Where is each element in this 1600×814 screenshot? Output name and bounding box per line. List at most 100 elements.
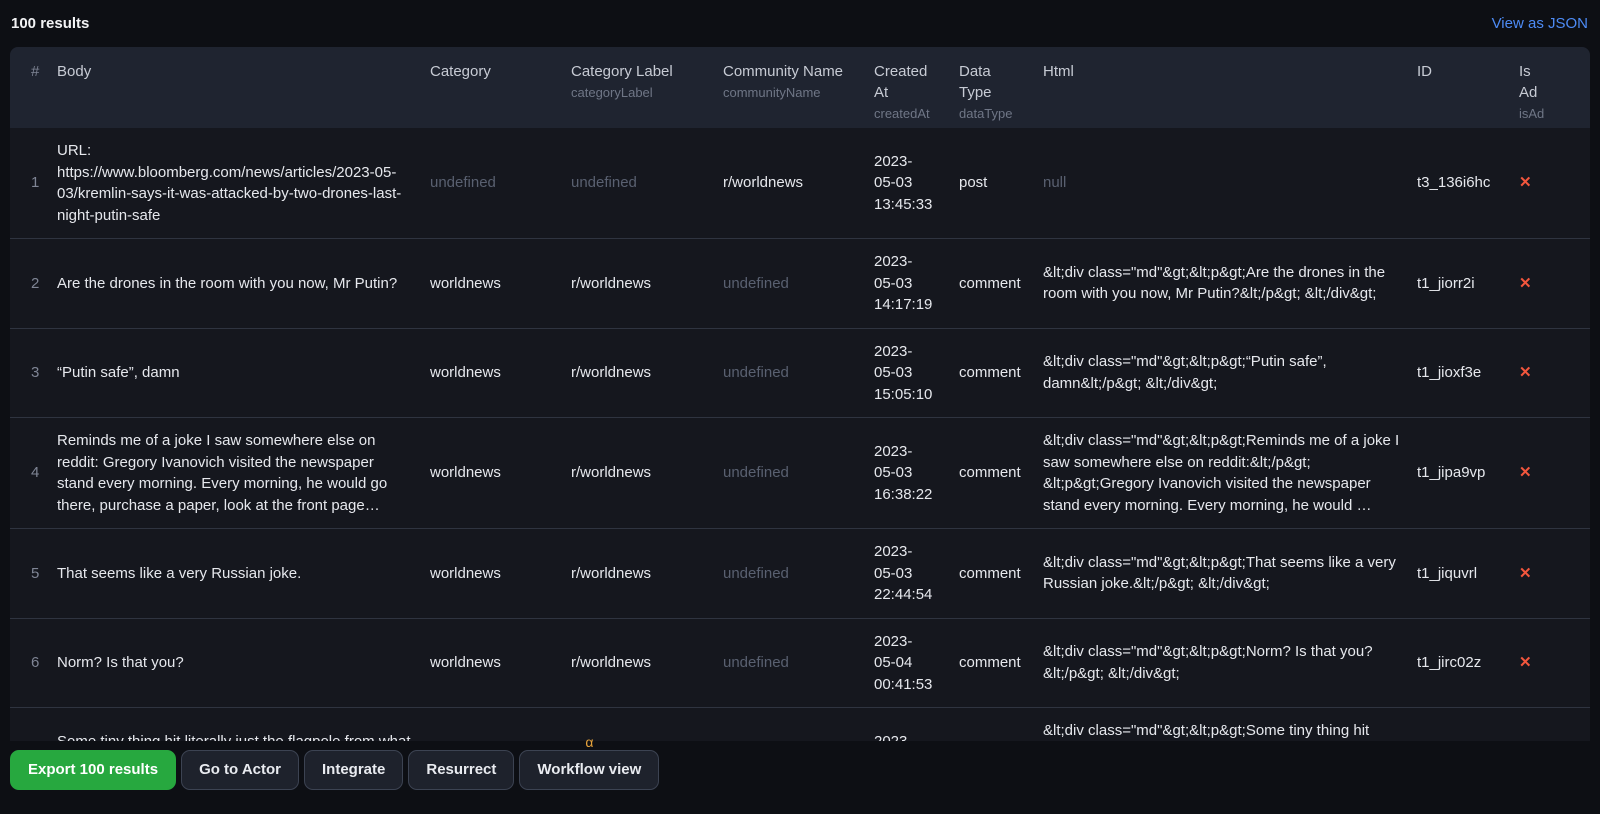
cell-body: Norm? Is that you? — [57, 618, 430, 708]
cell-is-ad: ✕ — [1519, 618, 1590, 708]
table-header-row: # Body Category Category Label categoryL… — [10, 47, 1590, 128]
cell-body: Reminds me of a joke I saw somewhere els… — [57, 418, 430, 529]
cell-is-ad: ✕ — [1519, 529, 1590, 619]
export-results-button[interactable]: Export 100 results — [10, 750, 176, 790]
cell-created-at: 2023- 05-04 00:41:53 — [874, 618, 959, 708]
column-subheader: categoryLabel — [571, 84, 707, 102]
cell-data-type: comment — [959, 239, 1043, 329]
cell-is-ad: ✕ — [1519, 328, 1590, 418]
column-header-id: ID — [1417, 47, 1519, 128]
cell-category-label: r/worldnews — [571, 418, 723, 529]
cell-id: t1_jirc02z — [1417, 618, 1519, 708]
cell-html: &lt;div class="md"&gt;&lt;p&gt;That seem… — [1043, 529, 1417, 619]
cell-id: t1_jipa9vp — [1417, 418, 1519, 529]
footer-toolbar: Export 100 results Go to Actor Integrate… — [10, 741, 1600, 814]
cell-body: “Putin safe”, damn — [57, 328, 430, 418]
cell-created-at: 2023- 05-03 13:45:33 — [874, 128, 959, 239]
table-row: 7Some tiny thing hit literally just the … — [10, 708, 1590, 742]
cell-category: worldnews — [430, 328, 571, 418]
results-count: 100 results — [11, 15, 89, 32]
cell-category: worldnews — [430, 529, 571, 619]
column-header-data-type: Data Type dataType — [959, 47, 1043, 128]
cell-category-label: r/worldnews — [571, 239, 723, 329]
table-body: 1URL: https://www.bloomberg.com/news/art… — [10, 128, 1590, 741]
cell-category: undefined — [430, 128, 571, 239]
is-ad-false-icon: ✕ — [1519, 174, 1532, 191]
column-header-is-ad: Is Ad isAd — [1519, 47, 1590, 128]
workflow-view-wrapper: α Workflow view — [519, 750, 659, 790]
cell-community-name: undefined — [723, 328, 874, 418]
view-as-json-link[interactable]: View as JSON — [1492, 15, 1588, 32]
is-ad-false-icon: ✕ — [1519, 275, 1532, 292]
integrate-button[interactable]: Integrate — [304, 750, 403, 790]
cell-data-type: comment — [959, 618, 1043, 708]
cell-body: URL: https://www.bloomberg.com/news/arti… — [57, 128, 430, 239]
cell-data-type: comment — [959, 708, 1043, 742]
cell-community-name: r/worldnews — [723, 128, 874, 239]
column-subheader: isAd — [1519, 105, 1574, 123]
cell-is-ad: ✕ — [1519, 239, 1590, 329]
table-row: 3“Putin safe”, damnworldnewsr/worldnewsu… — [10, 328, 1590, 418]
column-header-community-name: Community Name communityName — [723, 47, 874, 128]
cell-html: &lt;div class="md"&gt;&lt;p&gt;Some tiny… — [1043, 708, 1417, 742]
column-subheader: createdAt — [874, 105, 943, 123]
cell-id — [1417, 708, 1519, 742]
results-table: # Body Category Category Label categoryL… — [10, 47, 1590, 741]
go-to-actor-button[interactable]: Go to Actor — [181, 750, 299, 790]
cell-category: worldnews — [430, 708, 571, 742]
row-number: 1 — [10, 128, 57, 239]
cell-body: That seems like a very Russian joke. — [57, 529, 430, 619]
table-row: 2Are the drones in the room with you now… — [10, 239, 1590, 329]
cell-category: worldnews — [430, 239, 571, 329]
cell-category-label: undefined — [571, 128, 723, 239]
cell-category: worldnews — [430, 418, 571, 529]
cell-category-label: r/worldnews — [571, 529, 723, 619]
cell-created-at: 2023- 05-04 — [874, 708, 959, 742]
resurrect-button[interactable]: Resurrect — [408, 750, 514, 790]
column-subheader: communityName — [723, 84, 858, 102]
row-number: 3 — [10, 328, 57, 418]
row-number: 2 — [10, 239, 57, 329]
column-header-created-at: Created At createdAt — [874, 47, 959, 128]
is-ad-false-icon: ✕ — [1519, 654, 1532, 671]
cell-html: null — [1043, 128, 1417, 239]
table-row: 4Reminds me of a joke I saw somewhere el… — [10, 418, 1590, 529]
row-number: 5 — [10, 529, 57, 619]
row-number: 7 — [10, 708, 57, 742]
column-header-category-label: Category Label categoryLabel — [571, 47, 723, 128]
cell-community-name: undefined — [723, 418, 874, 529]
cell-html: &lt;div class="md"&gt;&lt;p&gt;“Putin sa… — [1043, 328, 1417, 418]
topbar: 100 results View as JSON — [0, 0, 1600, 47]
alpha-badge: α — [585, 735, 593, 749]
column-subheader: dataType — [959, 105, 1027, 123]
cell-data-type: comment — [959, 328, 1043, 418]
cell-id: t1_jioxf3e — [1417, 328, 1519, 418]
cell-community-name: undefined — [723, 529, 874, 619]
cell-body: Some tiny thing hit literally just the f… — [57, 708, 430, 742]
column-header-category: Category — [430, 47, 571, 128]
cell-category-label: r/worldnews — [571, 328, 723, 418]
cell-community-name: undefined — [723, 618, 874, 708]
cell-category-label: r/worldnews — [571, 708, 723, 742]
cell-is-ad: ✕ — [1519, 128, 1590, 239]
row-number: 4 — [10, 418, 57, 529]
cell-created-at: 2023- 05-03 22:44:54 — [874, 529, 959, 619]
cell-community-name: undefined — [723, 239, 874, 329]
cell-data-type: post — [959, 128, 1043, 239]
column-header-body: Body — [57, 47, 430, 128]
workflow-view-button[interactable]: Workflow view — [519, 750, 659, 790]
cell-created-at: 2023- 05-03 14:17:19 — [874, 239, 959, 329]
results-table-container: # Body Category Category Label categoryL… — [10, 47, 1590, 741]
cell-id: t1_jiquvrl — [1417, 529, 1519, 619]
is-ad-false-icon: ✕ — [1519, 464, 1532, 481]
cell-community-name: undefined — [723, 708, 874, 742]
cell-created-at: 2023- 05-03 16:38:22 — [874, 418, 959, 529]
cell-is-ad: ✕ — [1519, 418, 1590, 529]
cell-html: &lt;div class="md"&gt;&lt;p&gt;Norm? Is … — [1043, 618, 1417, 708]
cell-category-label: r/worldnews — [571, 618, 723, 708]
is-ad-false-icon: ✕ — [1519, 364, 1532, 381]
cell-data-type: comment — [959, 529, 1043, 619]
column-header-num: # — [10, 47, 57, 128]
column-header-html: Html — [1043, 47, 1417, 128]
row-number: 6 — [10, 618, 57, 708]
